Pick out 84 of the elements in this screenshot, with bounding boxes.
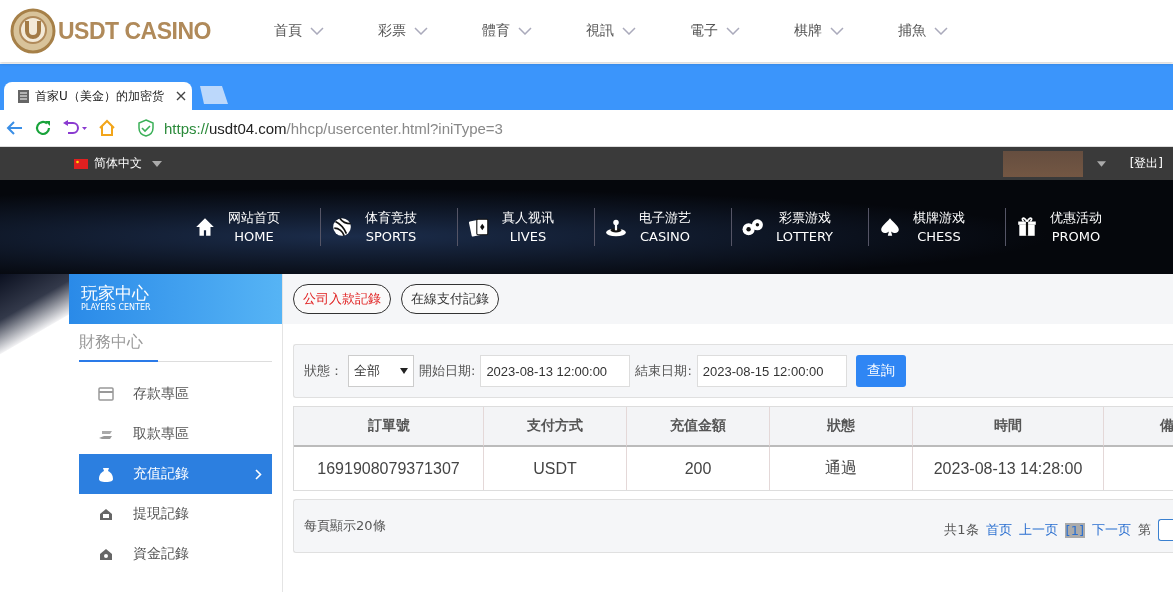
tab-title: 首家U（美金）的加密货	[35, 87, 165, 105]
end-date-field[interactable]: 2023-08-15 12:00:00	[696, 355, 847, 387]
table-cell: 2023-08-13 14:28:00	[913, 447, 1104, 490]
caret-icon[interactable]	[1096, 160, 1106, 167]
home-icon[interactable]	[98, 119, 116, 137]
language-selector[interactable]: 简体中文	[94, 155, 142, 172]
nav-menu-item[interactable]: 捕魚	[898, 22, 1002, 40]
chevron-down-icon	[622, 27, 636, 35]
logo-text: USDT CASINO	[58, 17, 211, 45]
money-bag-icon	[97, 465, 115, 483]
ball-icon	[331, 216, 353, 238]
main-nav-item[interactable]: 彩票游戏 LOTTERY	[732, 208, 869, 246]
new-tab-icon[interactable]	[200, 86, 228, 104]
caret-icon[interactable]	[152, 160, 162, 167]
nav-menu-item[interactable]: 首頁	[274, 22, 378, 40]
logo-icon	[10, 8, 56, 54]
next-page-link[interactable]: 下一页	[1092, 521, 1131, 539]
column-header: 狀態	[770, 407, 913, 447]
nav-menu-item[interactable]: 電子	[690, 22, 794, 40]
chevron-down-icon	[934, 27, 948, 35]
undo-icon[interactable]	[62, 119, 88, 137]
chevron-down-icon	[518, 27, 532, 35]
chevron-down-icon	[830, 27, 844, 35]
nav-menu-item[interactable]: 棋牌	[794, 22, 898, 40]
sidebar-item[interactable]: 提現記錄	[79, 494, 272, 534]
card-icon	[97, 385, 115, 403]
logout-link[interactable]: [登出]	[1129, 155, 1163, 172]
column-header: 訂單號	[294, 407, 484, 447]
main-nav-item[interactable]: 体育竞技 SPORTS	[321, 208, 458, 246]
status-select[interactable]: 全部	[348, 355, 414, 387]
close-icon[interactable]	[176, 91, 186, 101]
page-label: 第	[1138, 521, 1151, 539]
gift-icon	[1016, 216, 1038, 238]
main-nav-item[interactable]: 优惠活动 PROMO	[1006, 208, 1143, 246]
first-page-link[interactable]: 首页	[985, 521, 1012, 539]
caret-icon	[400, 368, 408, 374]
nav-menu-item[interactable]: 彩票	[378, 22, 482, 40]
home-icon	[194, 216, 216, 238]
per-page-text: 每頁顯示20條	[304, 517, 386, 535]
url-field[interactable]: https://usdt04.com/hhcp/usercenter.html?iniType=3	[164, 119, 503, 137]
refresh-icon[interactable]	[34, 119, 52, 137]
cards-icon	[468, 216, 490, 238]
shield-icon	[138, 119, 154, 137]
table-cell: 200	[627, 447, 770, 490]
start-date-label: 開始日期:	[419, 362, 476, 380]
players-center-subtitle: PLAYERS CENTER	[81, 303, 152, 312]
balls-icon	[742, 216, 764, 238]
nav-menu-item[interactable]: 視訊	[586, 22, 690, 40]
page-icon	[18, 89, 29, 103]
main-nav-item[interactable]: 网站首页 HOME	[184, 208, 321, 246]
flag-icon	[74, 158, 88, 169]
browser-tab[interactable]: 首家U（美金）的加密货	[4, 82, 192, 110]
sidebar-item[interactable]: 存款專區	[79, 374, 272, 414]
table-cell: 通過	[770, 447, 913, 490]
players-center-title: 玩家中心	[81, 283, 150, 303]
end-date-label: 結束日期:	[635, 362, 692, 380]
main-nav-item[interactable]: 真人视讯 LIVES	[458, 208, 595, 246]
record-tab[interactable]: 公司入款記錄	[293, 284, 391, 314]
query-button[interactable]: 查詢	[855, 355, 906, 387]
sidebar-item[interactable]: 充值記錄	[79, 454, 272, 494]
column-header: 時間	[913, 407, 1104, 447]
current-page: [1]	[1064, 522, 1085, 538]
table-cell: USDT	[484, 447, 627, 490]
chevron-down-icon	[310, 27, 324, 35]
sidebar-item[interactable]: 資金記錄	[79, 534, 272, 574]
column-header: 充值金額	[627, 407, 770, 447]
main-nav-item[interactable]: 电子游艺 CASINO	[595, 208, 732, 246]
chevron-down-icon	[414, 27, 428, 35]
column-header: 支付方式	[484, 407, 627, 447]
record-tab[interactable]: 在線支付記錄	[401, 284, 499, 314]
nav-menu-item[interactable]: 體育	[482, 22, 586, 40]
section-title: 財務中心	[79, 332, 143, 351]
spade-icon	[879, 216, 901, 238]
table-cell: 1691908079371307	[294, 447, 484, 490]
back-icon[interactable]	[6, 119, 24, 137]
status-label: 狀態：	[304, 362, 343, 380]
chevron-right-icon	[255, 468, 262, 480]
sidebar-item[interactable]: 取款專區	[79, 414, 272, 454]
main-nav-item[interactable]: 棋牌游戏 CHESS	[869, 208, 1006, 246]
prev-page-link[interactable]: 上一页	[1018, 521, 1058, 539]
chevron-down-icon	[726, 27, 740, 35]
total-count: 共1条	[944, 521, 979, 539]
start-date-field[interactable]: 2023-08-13 12:00:00	[480, 355, 631, 387]
column-header: 備	[1104, 407, 1173, 447]
